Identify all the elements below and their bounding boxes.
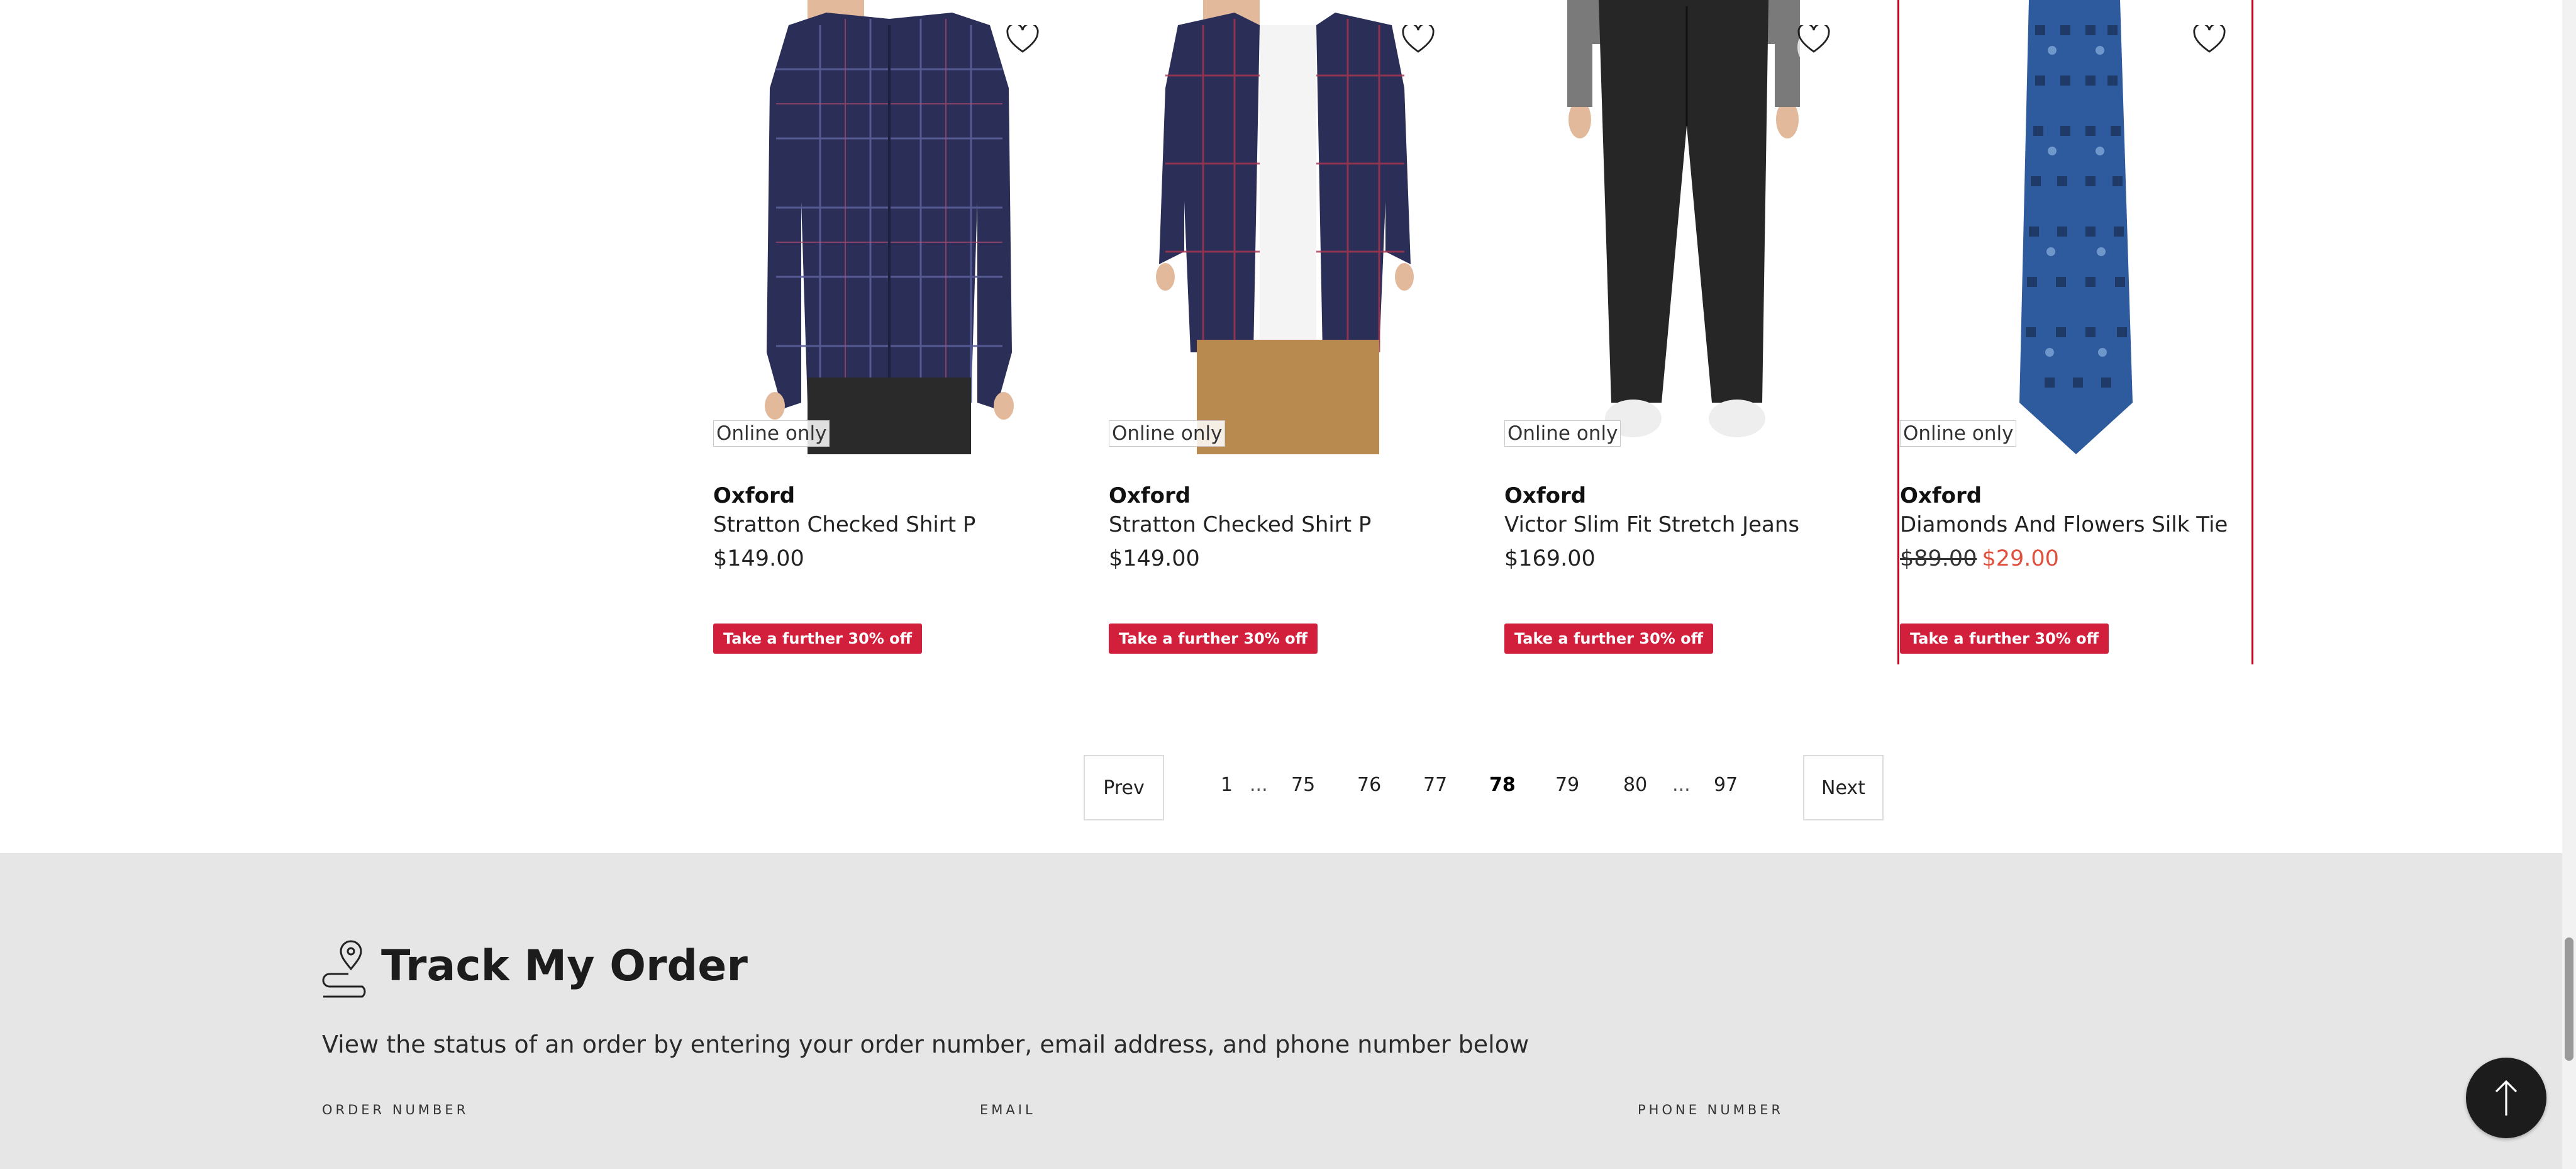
sale-price: $29.00	[1982, 546, 2059, 571]
heart-icon	[1006, 25, 1039, 53]
product-image-tie[interactable]: Online only	[1900, 0, 2252, 454]
page-link[interactable]: 1	[1221, 774, 1233, 796]
page-link[interactable]: 79	[1555, 774, 1579, 796]
product-card[interactable]: Online only Oxford Diamonds And Flowers …	[1897, 0, 2253, 664]
pagination-ellipsis: ...	[1672, 774, 1690, 796]
arrow-up-icon	[2495, 1080, 2518, 1116]
product-price: $149.00	[713, 546, 804, 571]
order-number-label: ORDER NUMBER	[322, 1102, 469, 1117]
product-image-shirt-open[interactable]: Online only	[1109, 0, 1461, 454]
product-name-link[interactable]: Stratton Checked Shirt P	[713, 512, 975, 537]
scrollbar[interactable]	[2562, 0, 2576, 1169]
prev-page-button[interactable]: Prev	[1084, 755, 1164, 820]
product-price: $89.00 $29.00	[1900, 546, 2059, 571]
wishlist-heart-button[interactable]	[1797, 25, 1841, 69]
scrollbar-thumb[interactable]	[2565, 937, 2573, 1061]
product-card[interactable]: Online only Oxford Victor Slim Fit Stret…	[1504, 0, 1857, 664]
product-card[interactable]: Online only Oxford Stratton Checked Shir…	[713, 0, 1065, 664]
product-name-link[interactable]: Victor Slim Fit Stretch Jeans	[1504, 512, 1799, 537]
heart-icon	[1797, 25, 1830, 53]
promo-badge: Take a further 30% off	[1109, 624, 1318, 654]
pagination-ellipsis: ...	[1250, 774, 1268, 796]
product-brand: Oxford	[1900, 483, 1982, 508]
page-link[interactable]: 76	[1357, 774, 1381, 796]
promo-badge: Take a further 30% off	[1504, 624, 1714, 654]
product-name-link[interactable]: Stratton Checked Shirt P	[1109, 512, 1371, 537]
product-name-link[interactable]: Diamonds And Flowers Silk Tie	[1900, 512, 2228, 537]
online-only-badge: Online only	[713, 420, 830, 447]
product-brand: Oxford	[713, 483, 796, 508]
promo-badge: Take a further 30% off	[713, 624, 923, 654]
wishlist-heart-button[interactable]	[2193, 25, 2237, 69]
product-grid: Online only Oxford Stratton Checked Shir…	[713, 0, 2254, 664]
page-link[interactable]: 77	[1423, 774, 1447, 796]
online-only-badge: Online only	[1504, 420, 1621, 447]
product-brand: Oxford	[1109, 483, 1191, 508]
online-only-badge: Online only	[1900, 420, 2017, 447]
product-price: $169.00	[1504, 546, 1596, 571]
original-price: $89.00	[1900, 546, 1977, 571]
track-order-section: Track My Order View the status of an ord…	[0, 853, 2576, 1169]
heart-icon	[1402, 25, 1435, 53]
product-image-jeans[interactable]: Online only	[1504, 0, 1857, 454]
track-order-description: View the status of an order by entering …	[322, 1031, 1530, 1058]
map-pin-route-icon	[322, 940, 366, 998]
product-card[interactable]: Online only Oxford Stratton Checked Shir…	[1109, 0, 1461, 664]
email-label: EMAIL	[980, 1102, 1036, 1117]
back-to-top-button[interactable]	[2466, 1058, 2546, 1138]
track-order-title: Track My Order	[381, 941, 748, 991]
page-link[interactable]: 97	[1714, 774, 1738, 796]
next-page-button[interactable]: Next	[1803, 755, 1884, 820]
page-link[interactable]: 80	[1623, 774, 1647, 796]
wishlist-heart-button[interactable]	[1006, 25, 1050, 69]
product-image-shirt[interactable]: Online only	[713, 0, 1065, 454]
wishlist-heart-button[interactable]	[1402, 25, 1446, 69]
promo-badge: Take a further 30% off	[1900, 624, 2109, 654]
phone-number-label: PHONE NUMBER	[1638, 1102, 1784, 1117]
product-price: $149.00	[1109, 546, 1200, 571]
product-brand: Oxford	[1504, 483, 1587, 508]
heart-icon	[2193, 25, 2226, 53]
current-page: 78	[1489, 774, 1516, 796]
page-link[interactable]: 75	[1291, 774, 1315, 796]
pagination: Prev 1 ... 75 76 77 78 79 80 ... 97 Next	[1084, 755, 1884, 820]
online-only-badge: Online only	[1109, 420, 1226, 447]
